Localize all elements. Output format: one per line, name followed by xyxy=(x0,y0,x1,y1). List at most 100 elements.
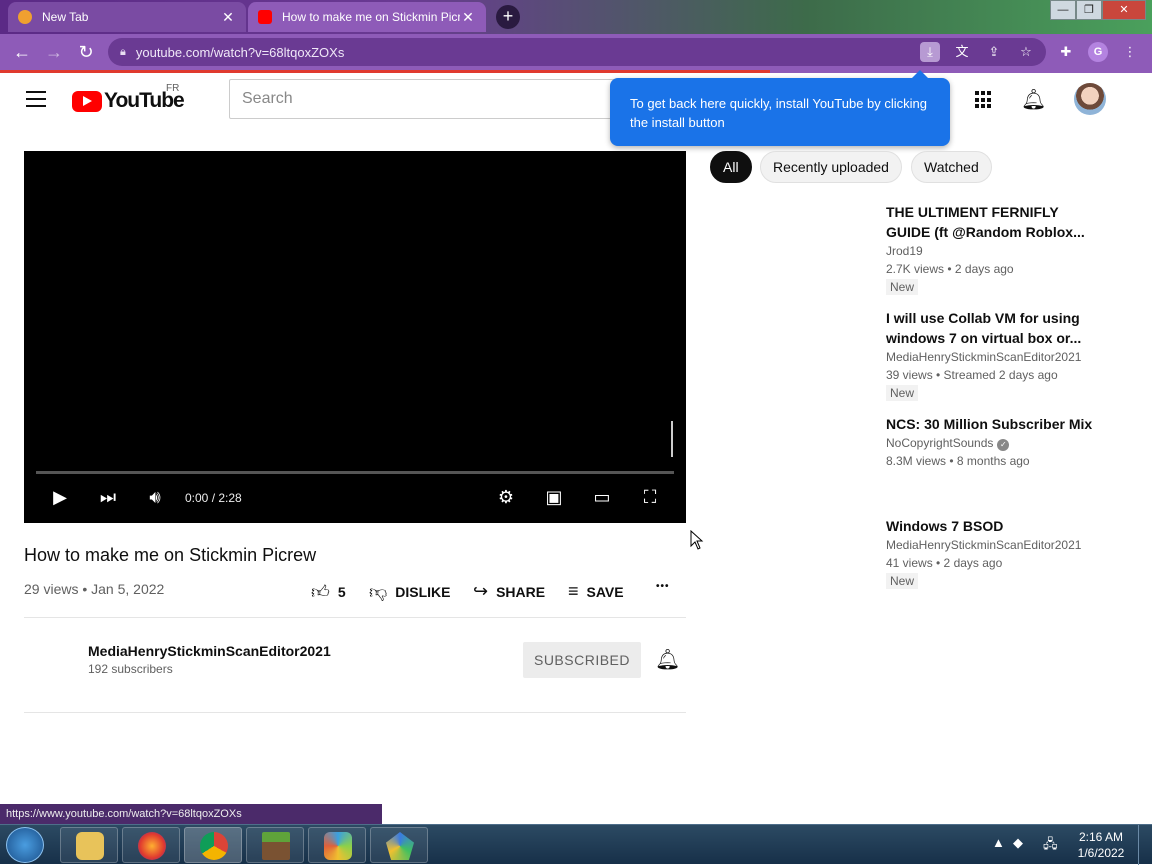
recommendation-item[interactable]: NCS: 30 Million Subscriber Mix NoCopyrig… xyxy=(886,414,1096,470)
youtube-logo[interactable]: YouTube FR xyxy=(72,83,185,113)
notification-bell-icon[interactable]: 🔔︎ xyxy=(655,647,680,672)
taskbar-clock[interactable]: 2:16 AM 1/6/2022 xyxy=(1068,829,1134,861)
more-actions-icon[interactable]: ••• xyxy=(656,581,670,592)
recommendation-title: NCS: 30 Million Subscriber Mix xyxy=(886,416,1093,432)
back-arrow-icon[interactable]: ← xyxy=(10,40,34,64)
recommendation-channel: MediaHenryStickminScanEditor2021 xyxy=(886,350,1082,364)
save-button[interactable]: ≡ SAVE xyxy=(568,581,624,602)
install-app-icon[interactable]: ⤓ xyxy=(920,42,940,62)
video-progress-bar[interactable] xyxy=(36,471,674,474)
chip-recently-uploaded[interactable]: Recently uploaded xyxy=(760,151,902,183)
reload-icon[interactable]: ↻ xyxy=(74,40,98,64)
video-views-date: 29 views • Jan 5, 2022 xyxy=(24,581,165,597)
recommendation-item[interactable]: Windows 7 BSOD MediaHenryStickminScanEdi… xyxy=(886,516,1096,590)
fullscreen-icon[interactable]: ⛶ xyxy=(636,487,664,508)
tab-new-tab[interactable]: New Tab ✕ xyxy=(8,2,246,32)
dislike-button[interactable]: 👎︎ DISLIKE xyxy=(369,581,451,603)
like-button[interactable]: 👍︎ 5 xyxy=(311,581,346,603)
close-tab-icon[interactable]: ✕ xyxy=(220,9,236,26)
play-icon[interactable]: ▶ xyxy=(46,487,74,508)
recommendation-stats: 2.7K views • 2 days ago xyxy=(886,262,1014,276)
volume-icon[interactable]: 🔊︎ xyxy=(141,487,169,508)
forward-arrow-icon[interactable]: → xyxy=(42,40,66,64)
player-indicator xyxy=(671,421,673,457)
settings-gear-icon[interactable]: ⚙ xyxy=(492,487,520,508)
show-desktop-button[interactable] xyxy=(1138,825,1152,865)
channel-name[interactable]: MediaHenryStickminScanEditor2021 xyxy=(88,643,331,659)
tab-youtube-video[interactable]: How to make me on Stickmin Picrew ✕ xyxy=(248,2,486,32)
install-tooltip: To get back here quickly, install YouTub… xyxy=(610,70,950,146)
minimize-window-button[interactable]: — xyxy=(1050,0,1076,20)
windows-taskbar: ▲ ◆ 🖧︎ 2:16 AM 1/6/2022 xyxy=(0,824,1152,865)
share-icon[interactable]: ⇪ xyxy=(984,42,1004,62)
mouse-cursor-icon xyxy=(690,530,704,550)
video-player[interactable]: ▶ ⏭ 🔊︎ 0:00 / 2:28 ⚙ ▣ ▭ ⛶ xyxy=(24,151,686,523)
recommendation-stats: 39 views • Streamed 2 days ago xyxy=(886,368,1058,382)
share-arrow-icon: ↪ xyxy=(473,581,489,601)
apps-grid-icon[interactable] xyxy=(975,91,993,109)
country-code: FR xyxy=(166,83,180,94)
clock-date: 1/6/2022 xyxy=(1077,846,1125,860)
clock-time: 2:16 AM xyxy=(1078,830,1124,844)
bookmark-star-icon[interactable]: ☆ xyxy=(1016,42,1036,62)
firefox-icon[interactable] xyxy=(122,827,180,863)
video-time: 0:00 / 2:28 xyxy=(185,491,242,505)
chrome-favicon-icon xyxy=(18,10,32,24)
share-label: SHARE xyxy=(496,583,546,600)
network-icon[interactable]: 🖧︎ xyxy=(1043,835,1058,857)
extensions-puzzle-icon[interactable]: ✚ xyxy=(1056,42,1076,62)
search-input[interactable]: Search xyxy=(229,79,619,119)
chip-watched[interactable]: Watched xyxy=(911,151,992,183)
share-button[interactable]: ↪ SHARE xyxy=(473,581,545,602)
divider xyxy=(24,617,686,618)
browser-toolbar: ← → ↻ 🔒︎ youtube.com/watch?v=68ltqoxZOXs… xyxy=(0,34,1152,70)
photo-app-icon[interactable] xyxy=(308,827,366,863)
youtube-play-logo-icon xyxy=(72,90,102,112)
recommendation-channel-name: NoCopyrightSounds xyxy=(886,436,994,450)
tab-title: How to make me on Stickmin Picrew xyxy=(282,10,460,24)
dislike-label: DISLIKE xyxy=(395,584,451,600)
chrome-icon[interactable] xyxy=(184,827,242,863)
verified-check-icon: ✓ xyxy=(997,439,1010,451)
youtube-favicon-icon xyxy=(258,10,272,24)
recommendation-item[interactable]: I will use Collab VM for using windows 7… xyxy=(886,308,1096,402)
new-tab-button[interactable]: + xyxy=(496,5,520,29)
start-button[interactable] xyxy=(6,827,44,863)
close-tab-icon[interactable]: ✕ xyxy=(460,9,476,26)
notifications-bell-icon[interactable]: 🔔︎ xyxy=(1021,87,1046,112)
browser-tab-strip: New Tab ✕ How to make me on Stickmin Pic… xyxy=(0,0,1152,34)
thumbs-down-icon: 👎︎ xyxy=(369,582,388,602)
restore-window-button[interactable]: ❐ xyxy=(1076,0,1102,20)
miniplayer-icon[interactable]: ▣ xyxy=(540,487,568,508)
next-video-icon[interactable]: ⏭ xyxy=(94,487,122,508)
file-explorer-icon[interactable] xyxy=(60,827,118,863)
youtube-masthead: YouTube FR Search 🔔︎ xyxy=(0,73,1152,129)
chip-all[interactable]: All xyxy=(710,151,752,183)
translate-icon[interactable]: 文 xyxy=(952,42,972,62)
new-badge: New xyxy=(886,279,919,295)
recommendation-channel: MediaHenryStickminScanEditor2021 xyxy=(886,538,1082,552)
browser-menu-icon[interactable]: ⋮ xyxy=(1120,42,1140,62)
menu-hamburger-icon[interactable] xyxy=(26,91,46,107)
close-window-button[interactable]: ✕ xyxy=(1102,0,1146,20)
recommendation-item[interactable]: THE ULTIMENT FERNIFLY GUIDE (ft @Random … xyxy=(886,202,1096,296)
subscribed-button[interactable]: SUBSCRIBED xyxy=(523,642,641,678)
minecraft-icon[interactable] xyxy=(246,827,304,863)
tray-app-icon[interactable]: ◆ xyxy=(1013,835,1023,851)
like-count: 5 xyxy=(337,584,346,600)
account-avatar[interactable] xyxy=(1074,83,1106,115)
recommendation-stats: 8.3M views • 8 months ago xyxy=(886,454,1030,468)
recommendation-title: I will use Collab VM for using windows 7… xyxy=(886,310,1082,346)
recommendation-title: THE ULTIMENT FERNIFLY GUIDE (ft @Random … xyxy=(886,204,1085,240)
pentagon-app-icon[interactable] xyxy=(370,827,428,863)
tab-title: New Tab xyxy=(42,10,89,24)
profile-avatar-icon[interactable]: G xyxy=(1088,42,1108,62)
playlist-add-icon: ≡ xyxy=(568,581,579,601)
address-bar[interactable]: 🔒︎ youtube.com/watch?v=68ltqoxZOXs xyxy=(108,38,1046,66)
show-hidden-icons-icon[interactable]: ▲ xyxy=(992,835,1005,850)
save-label: SAVE xyxy=(586,583,624,600)
new-badge: New xyxy=(886,573,919,589)
theater-mode-icon[interactable]: ▭ xyxy=(588,487,616,508)
link-hover-status: https://www.youtube.com/watch?v=68ltqoxZ… xyxy=(0,804,382,824)
lock-icon: 🔒︎ xyxy=(120,45,126,58)
